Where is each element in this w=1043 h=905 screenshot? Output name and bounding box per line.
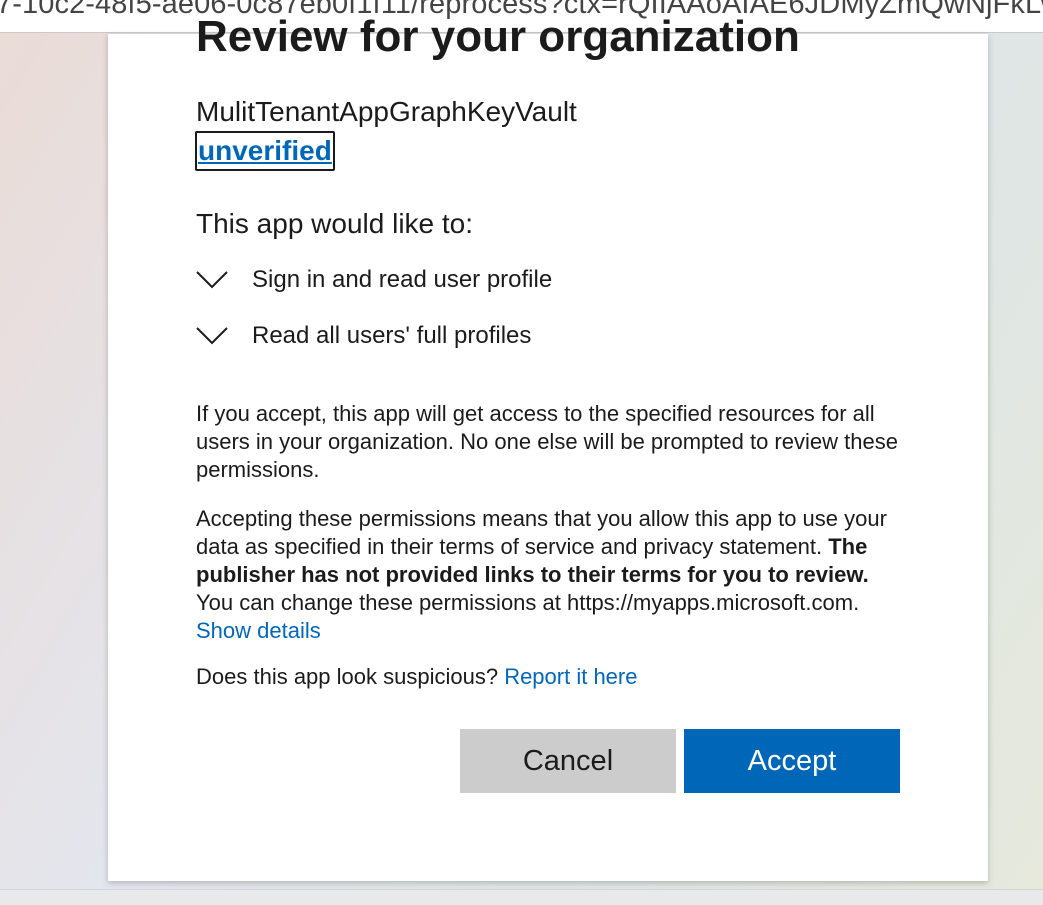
app-name: MulitTenantAppGraphKeyVault [196,96,577,127]
accept-button[interactable]: Accept [684,729,900,793]
terms-change-text: You can change these permissions at http… [196,590,860,615]
permission-label: Read all users' full profiles [252,322,532,349]
consent-dialog: Review for your organization MulitTenant… [108,12,988,881]
consent-text: If you accept, this app will get access … [196,401,898,482]
suspicious-row: Does this app look suspicious? Report it… [196,663,908,691]
report-link[interactable]: Report it here [504,664,637,689]
unverified-link[interactable]: unverified [195,131,335,171]
suspicious-text: Does this app look suspicious? [196,664,499,689]
show-details-link[interactable]: Show details [196,618,321,643]
terms-text: Accepting these permissions means that y… [196,506,887,559]
terms-paragraph: Accepting these permissions means that y… [196,505,908,645]
chevron-down-icon [196,327,228,345]
bottom-bar [0,889,1043,905]
cancel-button[interactable]: Cancel [460,729,676,793]
permissions-heading: This app would like to: [196,208,474,239]
dialog-title: Review for your organization [196,12,800,61]
permission-item-sign-in[interactable]: Sign in and read user profile [196,265,552,295]
permission-label: Sign in and read user profile [252,266,553,293]
chevron-down-icon [196,271,228,289]
permission-item-read-all-users[interactable]: Read all users' full profiles [196,321,531,351]
